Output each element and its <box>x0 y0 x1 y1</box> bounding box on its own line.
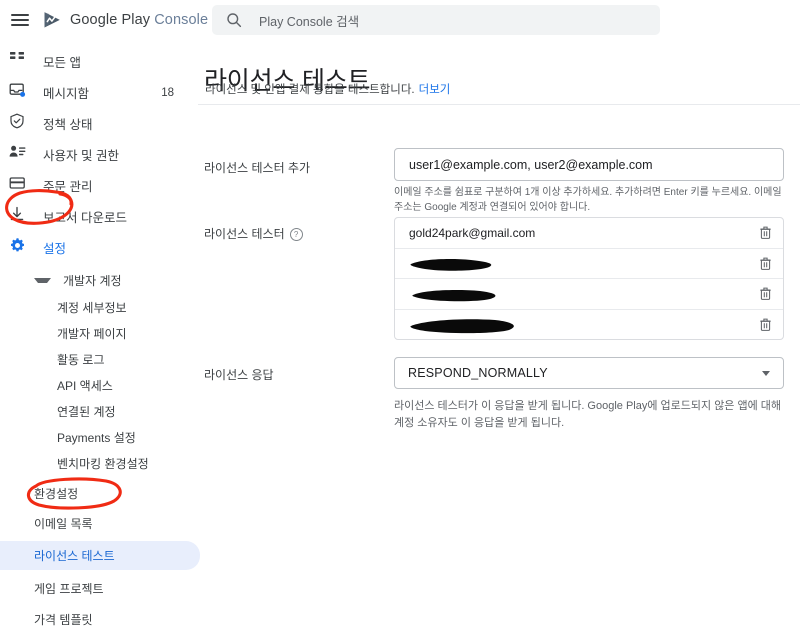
table-row[interactable] <box>395 279 783 310</box>
brand-title: Google Play Console <box>70 12 208 28</box>
sidebar-item-email-lists[interactable]: 이메일 목록 <box>0 510 198 536</box>
trash-delete-icon[interactable] <box>758 225 773 240</box>
search-icon <box>226 12 242 28</box>
order-management-icon <box>9 175 31 197</box>
sidebar-item-label: 주문 관리 <box>43 176 92 195</box>
header-divider <box>198 104 800 105</box>
sidebar-subitem-label: 벤치마킹 환경설정 <box>57 455 149 472</box>
license-response-select[interactable]: RESPOND_NORMALLY <box>394 357 784 389</box>
license-response-label: 라이선스 응답 <box>204 366 274 383</box>
app-root: Google Play Console 모든 앱 <box>0 0 800 587</box>
sidebar-item-settings[interactable]: 설정 <box>0 232 198 263</box>
sidebar-item-label: 가격 템플릿 <box>34 611 93 628</box>
sidebar-item-download-reports[interactable]: 보고서 다운로드 <box>0 201 198 232</box>
license-response-help-text: 라이선스 테스터가 이 응답을 받게 됩니다. Google Play에 업로드… <box>394 398 782 432</box>
add-tester-label: 라이선스 테스터 추가 <box>204 159 310 176</box>
testers-label-text: 라이선스 테스터 <box>204 227 285 241</box>
sidebar-subitem-label: 연결된 계정 <box>57 403 116 420</box>
sidebar-subitem-developer-page[interactable]: 개발자 페이지 <box>0 320 198 346</box>
redaction-mark <box>409 255 499 275</box>
trash-delete-icon[interactable] <box>758 317 773 332</box>
brand-row: Google Play Console <box>0 0 198 40</box>
all-apps-icon <box>9 51 31 73</box>
page-subtitle-text: 라이선스 및 인앱 결제 통합을 테스트합니다. <box>205 84 415 96</box>
sidebar-item-label: 라이선스 테스트 <box>34 547 115 564</box>
sidebar-subitem-api-access[interactable]: API 액세스 <box>0 372 198 398</box>
testers-list: gold24park@gmail.com <box>394 217 784 340</box>
sidebar-subitem-label: API 액세스 <box>57 377 113 394</box>
sidebar-item-pricing-templates[interactable]: 가격 템플릿 <box>0 606 198 632</box>
table-row[interactable] <box>395 310 783 341</box>
sidebar-item-order-management[interactable]: 주문 관리 <box>0 170 198 201</box>
sidebar-item-label: 정책 상태 <box>43 114 92 133</box>
page-subtitle: 라이선스 및 인앱 결제 통합을 테스트합니다. 더보기 <box>205 81 450 97</box>
learn-more-link[interactable]: 더보기 <box>419 84 451 96</box>
sidebar-group-developer-account: 개발자 계정 계정 세부정보 개발자 페이지 활동 로그 API 액세스 연결된… <box>0 266 198 476</box>
search-input[interactable]: Play Console 검색 <box>212 5 660 35</box>
sidebar-item-label: 사용자 및 권한 <box>43 145 119 164</box>
sidebar-subitem-activity-log[interactable]: 활동 로그 <box>0 346 198 372</box>
sidebar-item-label: 게임 프로젝트 <box>34 580 104 597</box>
sidebar-subitem-linked-accounts[interactable]: 연결된 계정 <box>0 398 198 424</box>
sidebar-nav-list: 모든 앱 메시지함 18 <box>0 46 198 632</box>
main-content: Play Console 검색 라이선스 테스트 라이선스 및 인앱 결제 통합… <box>198 0 800 587</box>
sidebar-item-license-testing[interactable]: 라이선스 테스트 <box>0 541 200 570</box>
sidebar-subitem-label: 계정 세부정보 <box>57 299 127 316</box>
sidebar-item-label: 보고서 다운로드 <box>43 207 127 226</box>
table-row[interactable]: gold24park@gmail.com <box>395 218 783 249</box>
sidebar-group-label: 개발자 계정 <box>63 272 122 289</box>
sidebar-group-header[interactable]: 개발자 계정 <box>0 266 198 294</box>
help-question-icon[interactable]: ? <box>290 228 303 241</box>
search-placeholder: Play Console 검색 <box>259 11 359 30</box>
sidebar-item-label: 이메일 목록 <box>34 515 93 532</box>
sidebar-item-label: 메시지함 <box>43 83 89 102</box>
sidebar-item-label: 모든 앱 <box>43 52 81 71</box>
trash-delete-icon[interactable] <box>758 286 773 301</box>
shield-policy-icon <box>9 113 31 135</box>
sidebar-subitem-payments-settings[interactable]: Payments 설정 <box>0 424 198 450</box>
sidebar-item-label: 환경설정 <box>34 485 78 502</box>
license-response-value: RESPOND_NORMALLY <box>408 366 548 380</box>
chevron-down-icon <box>762 371 770 376</box>
users-permissions-icon <box>9 144 31 166</box>
gear-settings-icon <box>9 237 31 259</box>
sidebar-item-preferences[interactable]: 환경설정 <box>0 480 198 506</box>
add-tester-input[interactable]: user1@example.com, user2@example.com <box>394 148 784 181</box>
sidebar-item-inbox[interactable]: 메시지함 18 <box>0 77 198 108</box>
tester-email: gold24park@gmail.com <box>409 226 535 240</box>
redaction-mark <box>412 287 504 305</box>
hamburger-menu-icon[interactable] <box>9 9 31 31</box>
add-tester-help-text: 이메일 주소를 쉼표로 구분하여 1개 이상 추가하세요. 추가하려면 Ente… <box>394 185 782 215</box>
sidebar-subitem-account-details[interactable]: 계정 세부정보 <box>0 294 198 320</box>
add-tester-value: user1@example.com, user2@example.com <box>409 158 653 172</box>
download-report-icon <box>9 206 31 228</box>
sidebar-item-policy-status[interactable]: 정책 상태 <box>0 108 198 139</box>
trash-delete-icon[interactable] <box>758 256 773 271</box>
table-row[interactable] <box>395 249 783 280</box>
sidebar-item-users-permissions[interactable]: 사용자 및 권한 <box>0 139 198 170</box>
caret-down-icon <box>34 278 51 283</box>
sidebar-item-label: 설정 <box>43 238 66 257</box>
inbox-badge-count: 18 <box>161 87 174 99</box>
redaction-mark <box>409 316 521 336</box>
sidebar: Google Play Console 모든 앱 <box>0 0 198 587</box>
sidebar-subitem-label: 개발자 페이지 <box>57 325 127 342</box>
sidebar-subitem-label: 활동 로그 <box>57 351 105 368</box>
inbox-icon <box>9 82 31 104</box>
sidebar-item-game-projects[interactable]: 게임 프로젝트 <box>0 575 198 601</box>
sidebar-subitem-label: Payments 설정 <box>57 429 136 446</box>
play-console-logo <box>41 9 63 31</box>
sidebar-item-all-apps[interactable]: 모든 앱 <box>0 46 198 77</box>
sidebar-subitem-benchmarking-prefs[interactable]: 벤치마킹 환경설정 <box>0 450 198 476</box>
testers-label: 라이선스 테스터? <box>204 225 303 242</box>
brand-google-play: Google Play <box>70 12 150 28</box>
